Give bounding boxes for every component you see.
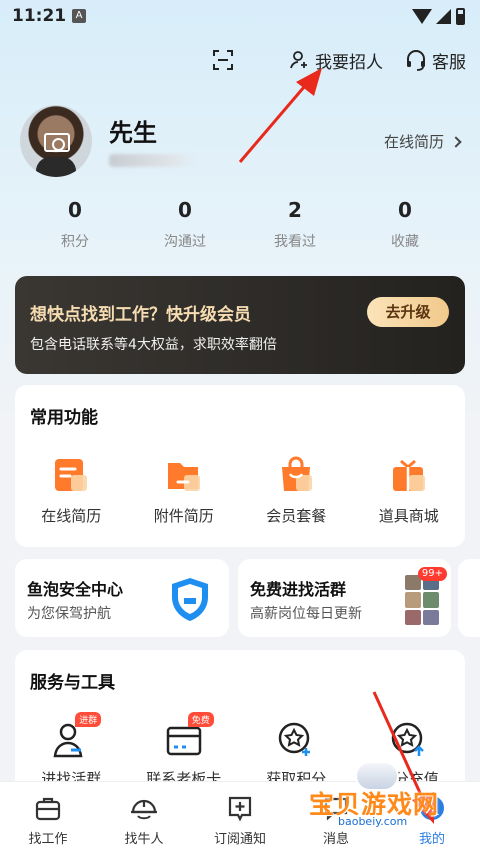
stat-label: 收藏 bbox=[391, 234, 419, 250]
stat-value: 0 bbox=[68, 198, 82, 222]
stat-value: 0 bbox=[178, 198, 192, 222]
common-functions-card: 常用功能 在线简历 附件简历 会员套餐 道具商城 bbox=[15, 385, 465, 547]
profile-header: 先生 在线简历 bbox=[20, 105, 462, 185]
recharge-icon bbox=[389, 720, 429, 760]
thumb bbox=[405, 592, 421, 608]
count-badge: 99+ bbox=[417, 567, 447, 581]
headset-icon bbox=[407, 50, 425, 71]
section-title: 服务与工具 bbox=[30, 673, 115, 693]
stats-row: 0 积分 0 沟通过 2 我看过 0 收藏 bbox=[20, 198, 460, 258]
svc-contact-card[interactable]: 免费 联系老板卡 bbox=[128, 712, 241, 789]
scan-icon[interactable] bbox=[212, 49, 234, 71]
card-icon: 免费 bbox=[164, 712, 214, 760]
camera-icon bbox=[44, 133, 70, 152]
stat-label: 沟通过 bbox=[164, 234, 206, 250]
upgrade-button[interactable]: 去升级 bbox=[367, 297, 449, 327]
service-label: 客服 bbox=[432, 52, 466, 73]
points-icon bbox=[276, 720, 316, 760]
stat-points[interactable]: 0 积分 bbox=[20, 198, 130, 258]
customer-service-button[interactable]: 客服 bbox=[405, 48, 466, 73]
promo-subtitle: 高薪岗位每日更新 bbox=[250, 606, 362, 622]
watermark: 宝贝游戏网 baobeiy.com bbox=[305, 757, 455, 831]
folder-icon bbox=[164, 455, 204, 495]
svc-join-group[interactable]: 进群 进找活群 bbox=[15, 712, 128, 789]
tab-label: 找牛人 bbox=[124, 832, 164, 847]
vip-upgrade-card[interactable]: 想快点找到工作？快升级会员 包含电话联系等4大权益，求职效率翻倍 去升级 bbox=[15, 276, 465, 374]
tab-find-talent[interactable]: 找牛人 bbox=[96, 782, 192, 853]
func-online-resume[interactable]: 在线简历 bbox=[15, 455, 128, 526]
stat-contacted[interactable]: 0 沟通过 bbox=[130, 198, 240, 258]
func-attachment-resume[interactable]: 附件简历 bbox=[128, 455, 241, 526]
status-indicators bbox=[408, 8, 468, 26]
group-icon: 进群 bbox=[51, 712, 102, 760]
section-title: 常用功能 bbox=[30, 408, 98, 428]
online-resume-link[interactable]: 在线简历 bbox=[383, 131, 462, 152]
gift-icon bbox=[389, 455, 429, 495]
tab-label: 订阅通知 bbox=[213, 832, 266, 847]
status-time: 11:21 bbox=[12, 6, 67, 26]
notification-icon: A bbox=[72, 9, 86, 23]
stat-viewed[interactable]: 2 我看过 bbox=[240, 198, 350, 258]
resume-icon bbox=[51, 455, 91, 495]
func-membership[interactable]: 会员套餐 bbox=[240, 455, 353, 526]
promo-title: 免费进找活群 bbox=[250, 580, 347, 599]
func-label: 会员套餐 bbox=[266, 507, 327, 525]
briefcase-icon bbox=[34, 794, 62, 822]
resume-link-label: 在线简历 bbox=[383, 133, 444, 151]
vip-subtitle: 包含电话联系等4大权益，求职效率翻倍 bbox=[30, 337, 277, 353]
chevron-right-icon bbox=[450, 135, 462, 148]
top-actions: 我要招人 客服 bbox=[212, 44, 466, 76]
thumb bbox=[423, 592, 439, 608]
next-card-edge bbox=[458, 559, 480, 637]
recruit-label: 我要招人 bbox=[315, 52, 383, 73]
join-group-card[interactable]: 免费进找活群 高薪岗位每日更新 99+ bbox=[238, 559, 451, 637]
function-row: 在线简历 附件简历 会员套餐 道具商城 bbox=[15, 455, 465, 526]
subscribe-icon bbox=[226, 794, 254, 822]
wifi-icon bbox=[412, 9, 432, 24]
avatar-shirt bbox=[36, 157, 76, 177]
func-prop-shop[interactable]: 道具商城 bbox=[353, 455, 466, 526]
tab-label: 找工作 bbox=[28, 832, 68, 847]
cellular-icon bbox=[436, 9, 451, 24]
tab-subscribe[interactable]: 订阅通知 bbox=[192, 782, 288, 853]
promo-title: 鱼泡安全中心 bbox=[27, 580, 124, 599]
profile-name: 先生 bbox=[109, 119, 157, 147]
group-thumbnails bbox=[405, 575, 439, 625]
shield-icon bbox=[165, 574, 215, 624]
stat-value: 0 bbox=[398, 198, 412, 222]
promo-subtitle: 为您保驾护航 bbox=[27, 606, 111, 622]
safety-center-card[interactable]: 鱼泡安全中心 为您保驾护航 bbox=[15, 559, 229, 637]
person-add-icon bbox=[290, 51, 307, 69]
stat-favorites[interactable]: 0 收藏 bbox=[350, 198, 460, 258]
stat-value: 2 bbox=[288, 198, 302, 222]
service-tag: 进群 bbox=[75, 712, 102, 727]
tab-find-job[interactable]: 找工作 bbox=[0, 782, 96, 853]
func-label: 道具商城 bbox=[378, 507, 439, 525]
func-label: 在线简历 bbox=[41, 507, 102, 525]
stat-label: 积分 bbox=[61, 234, 89, 250]
stat-label: 我看过 bbox=[274, 234, 316, 250]
thumb bbox=[405, 609, 421, 625]
vip-title: 想快点找到工作？快升级会员 bbox=[30, 305, 251, 325]
thumb bbox=[423, 609, 439, 625]
helmet-icon bbox=[130, 794, 158, 822]
bag-icon bbox=[276, 455, 316, 495]
watermark-url: baobeiy.com bbox=[335, 815, 411, 828]
avatar[interactable] bbox=[20, 105, 92, 177]
status-bar: 11:21 A bbox=[0, 0, 480, 36]
service-tag: 免费 bbox=[187, 712, 214, 727]
battery-icon bbox=[456, 8, 465, 25]
func-label: 附件简历 bbox=[153, 507, 214, 525]
blurred-phone bbox=[109, 154, 197, 167]
recruit-button[interactable]: 我要招人 bbox=[290, 48, 383, 73]
